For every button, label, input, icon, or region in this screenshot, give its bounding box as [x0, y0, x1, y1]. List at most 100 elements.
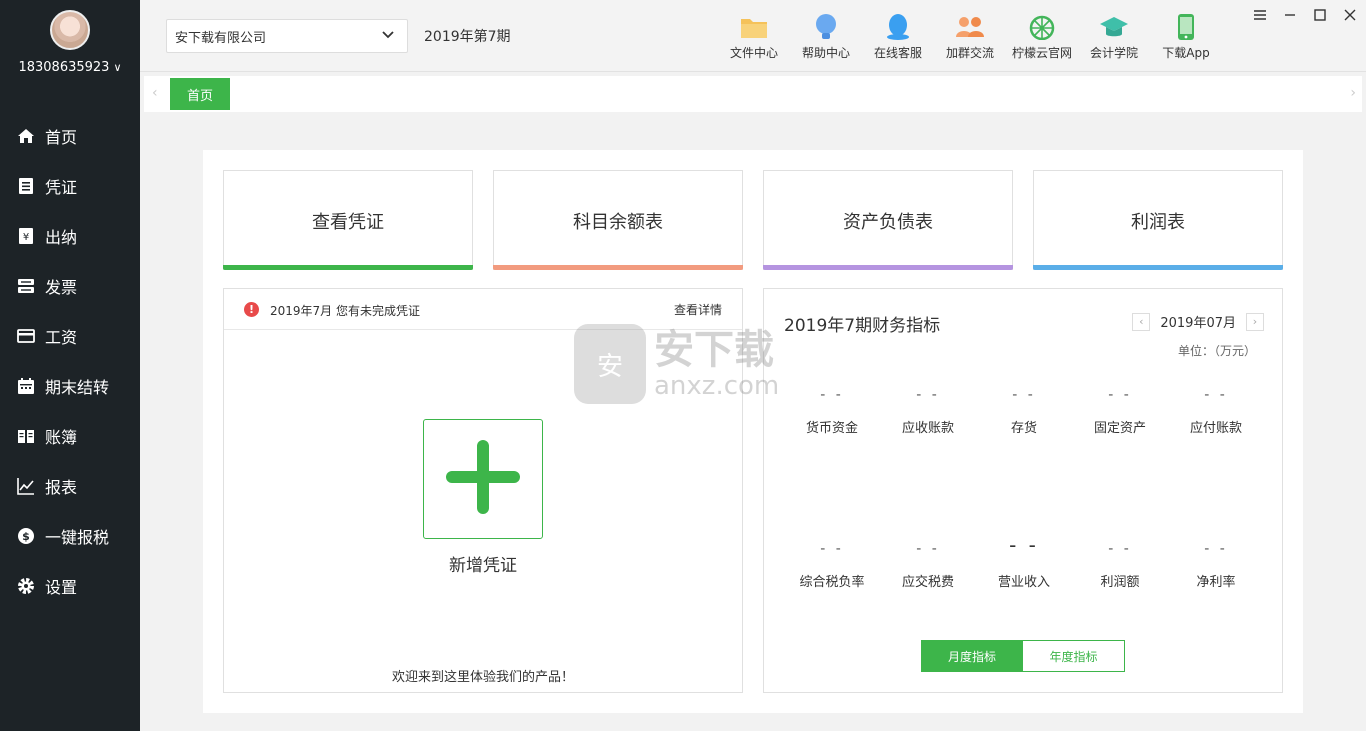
- metric-name: 应付账款: [1189, 421, 1242, 436]
- sidebar-item-label: 发票: [45, 278, 78, 297]
- tool-label: 文件中心: [729, 46, 778, 60]
- lemon-icon: [1027, 12, 1057, 42]
- academy-button[interactable]: 会计学院: [1078, 12, 1150, 61]
- metric-value: - -: [1108, 541, 1132, 557]
- unit-label: 单位：（万元）: [1177, 344, 1256, 358]
- sidebar-item-label: 设置: [45, 578, 78, 597]
- sidebar-item-cashier[interactable]: ¥ 出纳: [0, 211, 140, 261]
- home-panel: 查看凭证 科目余额表 资产负债表 利润表 ! 2019年7月 您有未完成凭证 查…: [203, 150, 1303, 713]
- ledger-book-icon: [17, 427, 35, 445]
- yearly-indicator-tab[interactable]: 年度指标: [1023, 640, 1125, 672]
- account-balance-button[interactable]: 科目余额表: [493, 170, 743, 270]
- menu-icon[interactable]: [1254, 6, 1266, 24]
- metric: - - 综合税负率: [784, 541, 880, 590]
- warning-icon: !: [244, 302, 259, 317]
- salary-icon: [17, 327, 35, 345]
- chevron-left-icon[interactable]: ‹: [152, 85, 158, 101]
- view-details-link[interactable]: 查看详情: [674, 301, 722, 318]
- sidebar-item-reports[interactable]: 报表: [0, 461, 140, 511]
- sidebar-item-ledger[interactable]: 账簿: [0, 411, 140, 461]
- sidebar-item-settings[interactable]: 设置: [0, 561, 140, 611]
- monthly-indicator-tab[interactable]: 月度指标: [921, 640, 1023, 672]
- lightbulb-icon: [811, 12, 841, 42]
- close-icon[interactable]: [1344, 6, 1356, 24]
- company-select-value: 安下载有限公司: [175, 30, 267, 46]
- sidebar: 18308635923 ∨ 首页 凭证 ¥ 出纳 发票 工资 期末结转 账簿 报…: [0, 0, 140, 731]
- metric: - - 应付账款: [1168, 387, 1264, 436]
- quick-link-label: 利润表: [1131, 211, 1185, 233]
- window-controls: [1254, 6, 1356, 24]
- metric: - - 营业收入: [976, 533, 1072, 590]
- finance-card: 2019年7期财务指标 ‹ 2019年07月 › 单位：（万元） - - 货币资金…: [763, 288, 1283, 693]
- join-group-button[interactable]: 加群交流: [934, 12, 1006, 61]
- metric: - - 应收账款: [880, 387, 976, 436]
- sidebar-item-voucher[interactable]: 凭证: [0, 161, 140, 211]
- avatar[interactable]: [50, 10, 90, 50]
- metric-value: - -: [820, 387, 844, 403]
- download-app-button[interactable]: 下载App: [1150, 12, 1222, 61]
- home-icon: [17, 127, 35, 145]
- income-statement-button[interactable]: 利润表: [1033, 170, 1283, 270]
- tool-label: 会计学院: [1089, 46, 1138, 60]
- chevron-right-icon[interactable]: ›: [1350, 85, 1356, 101]
- metric-name: 货币资金: [805, 421, 858, 436]
- metric-name: 综合税负率: [799, 575, 865, 590]
- sidebar-item-label: 账簿: [45, 428, 78, 447]
- company-select[interactable]: 安下载有限公司: [166, 19, 408, 53]
- next-month-button[interactable]: ›: [1246, 312, 1264, 331]
- website-button[interactable]: 柠檬云官网: [1006, 12, 1078, 61]
- user-menu[interactable]: 18308635923 ∨: [0, 60, 140, 75]
- tab-home[interactable]: 首页: [170, 78, 230, 110]
- accent-bar: [493, 265, 743, 270]
- metric-name: 净利率: [1196, 575, 1236, 590]
- metric: - - 利润额: [1072, 541, 1168, 590]
- metric: - - 应交税费: [880, 541, 976, 590]
- sidebar-nav: 首页 凭证 ¥ 出纳 发票 工资 期末结转 账簿 报表 $ 一键报税 设置: [0, 111, 140, 611]
- sidebar-item-label: 出纳: [45, 228, 78, 247]
- chevron-down-icon: [381, 28, 395, 46]
- tool-label: 在线客服: [873, 46, 922, 60]
- tool-label: 帮助中心: [801, 46, 850, 60]
- sidebar-item-label: 首页: [45, 128, 78, 147]
- add-voucher-button[interactable]: [423, 419, 543, 539]
- metric-value: - -: [1204, 387, 1228, 403]
- metric-value: - -: [1009, 533, 1039, 557]
- balance-sheet-button[interactable]: 资产负债表: [763, 170, 1013, 270]
- tab-strip: ‹ 首页 ›: [144, 76, 1362, 112]
- sidebar-item-home[interactable]: 首页: [0, 111, 140, 161]
- metric-value: - -: [1204, 541, 1228, 557]
- metric: - - 固定资产: [1072, 387, 1168, 436]
- sidebar-item-label: 凭证: [45, 178, 78, 197]
- calendar-icon: [17, 377, 35, 395]
- file-center-button[interactable]: 文件中心: [718, 12, 790, 61]
- cashier-icon: ¥: [17, 227, 35, 245]
- sidebar-item-label: 工资: [45, 328, 78, 347]
- metric-value: - -: [820, 541, 844, 557]
- help-center-button[interactable]: 帮助中心: [790, 12, 862, 61]
- sidebar-item-label: 一键报税: [45, 528, 110, 547]
- accent-bar: [223, 265, 473, 270]
- sidebar-item-period-close[interactable]: 期末结转: [0, 361, 140, 411]
- online-service-button[interactable]: 在线客服: [862, 12, 934, 61]
- prev-month-button[interactable]: ‹: [1132, 312, 1151, 331]
- metrics-row: - - 综合税负率 - - 应交税费 - - 营业收入 - - 利润额 - - 净利率: [784, 533, 1264, 590]
- phone-icon: [1171, 12, 1201, 42]
- invoice-icon: [17, 277, 35, 295]
- metric: - - 净利率: [1168, 541, 1264, 590]
- metric-name: 存货: [1010, 421, 1037, 436]
- current-period: 2019年第7期: [424, 29, 511, 45]
- sidebar-item-tax[interactable]: $ 一键报税: [0, 511, 140, 561]
- top-bar: 安下载有限公司 2019年第7期 文件中心 帮助中心 在线客服 加群交流 柠檬云…: [140, 0, 1366, 72]
- minimize-icon[interactable]: [1284, 6, 1296, 24]
- metric-name: 应收账款: [901, 421, 954, 436]
- add-voucher-label: 新增凭证: [449, 556, 517, 576]
- maximize-icon[interactable]: [1314, 6, 1326, 24]
- metric: - - 存货: [976, 387, 1072, 436]
- voucher-card: ! 2019年7月 您有未完成凭证 查看详情 新增凭证 欢迎来到这里体验我们的产…: [223, 288, 743, 693]
- svg-text:¥: ¥: [23, 232, 29, 243]
- view-voucher-button[interactable]: 查看凭证: [223, 170, 473, 270]
- chart-icon: [17, 477, 35, 495]
- sidebar-item-salary[interactable]: 工资: [0, 311, 140, 361]
- sidebar-item-invoice[interactable]: 发票: [0, 261, 140, 311]
- quick-link-label: 查看凭证: [312, 211, 384, 233]
